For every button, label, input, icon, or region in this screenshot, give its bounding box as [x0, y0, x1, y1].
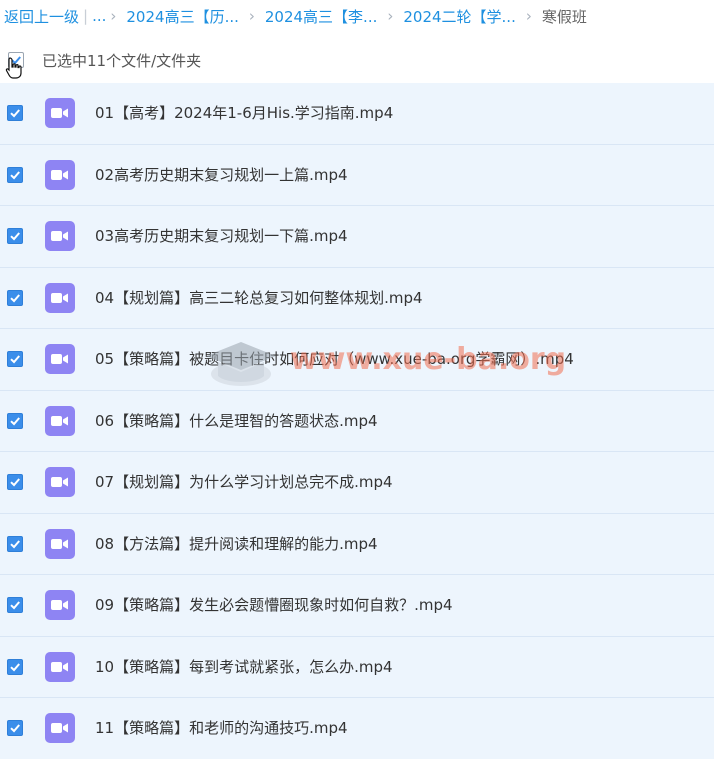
- chevron-right-icon: ›: [387, 7, 394, 25]
- row-checkbox[interactable]: [7, 289, 23, 306]
- file-name[interactable]: 03高考历史期末复习规划一下篇.mp4: [95, 226, 348, 246]
- file-row[interactable]: 10【策略篇】每到考试就紧张，怎么办.mp4: [0, 636, 714, 698]
- file-row[interactable]: 05【策略篇】被题目卡住时如何应对（www.xue-ba.org学霸网）.mp4: [0, 329, 714, 391]
- check-icon: [10, 170, 20, 179]
- breadcrumb-item-3[interactable]: 2024二轮【学...: [403, 6, 515, 27]
- check-icon: [10, 662, 20, 671]
- row-checkbox[interactable]: [7, 474, 23, 490]
- file-row[interactable]: 02高考历史期末复习规划一上篇.mp4: [0, 144, 714, 206]
- check-icon: [10, 724, 20, 733]
- breadcrumb-ellipsis[interactable]: ...: [92, 7, 106, 25]
- file-list: 01【高考】2024年1-6月His.学习指南.mp4 02高考历史期末复习规划…: [0, 83, 714, 759]
- file-row[interactable]: 03高考历史期末复习规划一下篇.mp4: [0, 206, 714, 268]
- file-row[interactable]: 11【策略篇】和老师的沟通技巧.mp4: [0, 698, 714, 759]
- row-checkbox[interactable]: [7, 720, 23, 736]
- file-name[interactable]: 06【策略篇】什么是理智的答题状态.mp4: [95, 411, 378, 431]
- row-checkbox[interactable]: [7, 597, 23, 613]
- back-link[interactable]: 返回上一级: [4, 6, 79, 27]
- row-checkbox[interactable]: [7, 166, 23, 183]
- file-name[interactable]: 09【策略篇】发生必会题懵圈现象时如何自救？.mp4: [95, 595, 453, 615]
- file-name[interactable]: 07【规划篇】为什么学习计划总完不成.mp4: [95, 472, 393, 492]
- video-file-icon: [45, 159, 75, 190]
- selection-bar: 已选中11个文件/文件夹: [0, 40, 714, 80]
- row-checkbox[interactable]: [7, 412, 23, 429]
- video-file-icon: [45, 405, 75, 436]
- file-name[interactable]: 11【策略篇】和老师的沟通技巧.mp4: [95, 718, 348, 738]
- row-checkbox[interactable]: [7, 535, 23, 552]
- file-name[interactable]: 05【策略篇】被题目卡住时如何应对（www.xue-ba.org学霸网）.mp4: [95, 349, 574, 369]
- breadcrumb-divider: |: [83, 7, 89, 25]
- chevron-right-icon: ›: [110, 7, 117, 25]
- file-row[interactable]: 01【高考】2024年1-6月His.学习指南.mp4: [0, 83, 714, 145]
- check-icon: [10, 293, 20, 302]
- check-icon: [10, 355, 20, 364]
- row-checkbox[interactable]: [7, 105, 23, 121]
- row-checkbox[interactable]: [7, 658, 23, 675]
- check-icon: [10, 109, 20, 118]
- chevron-right-icon: ›: [525, 7, 532, 25]
- video-file-icon: [45, 528, 75, 559]
- video-file-icon: [45, 467, 75, 497]
- selection-count-label: 已选中11个文件/文件夹: [42, 51, 202, 70]
- check-icon: [10, 232, 20, 241]
- video-file-icon: [45, 651, 75, 682]
- file-name[interactable]: 01【高考】2024年1-6月His.学习指南.mp4: [95, 103, 393, 123]
- check-icon: [10, 601, 20, 610]
- video-file-icon: [45, 221, 75, 251]
- check-icon: [10, 539, 20, 548]
- chevron-right-icon: ›: [248, 7, 255, 25]
- file-row[interactable]: 09【策略篇】发生必会题懵圈现象时如何自救？.mp4: [0, 575, 714, 637]
- breadcrumb-item-1[interactable]: 2024高三【历...: [126, 6, 238, 27]
- breadcrumb: 返回上一级 | ... › 2024高三【历... › 2024高三【李... …: [0, 0, 714, 32]
- hand-cursor-icon: [5, 57, 22, 79]
- file-name[interactable]: 10【策略篇】每到考试就紧张，怎么办.mp4: [95, 657, 393, 677]
- file-row[interactable]: 04【规划篇】高三二轮总复习如何整体规划.mp4: [0, 267, 714, 329]
- file-name[interactable]: 02高考历史期末复习规划一上篇.mp4: [95, 165, 348, 185]
- file-name[interactable]: 08【方法篇】提升阅读和理解的能力.mp4: [95, 534, 378, 554]
- video-file-icon: [45, 344, 75, 374]
- row-checkbox[interactable]: [7, 351, 23, 367]
- video-file-icon: [45, 282, 75, 313]
- breadcrumb-item-2[interactable]: 2024高三【李...: [265, 6, 377, 27]
- video-file-icon: [45, 98, 75, 128]
- file-row[interactable]: 06【策略篇】什么是理智的答题状态.mp4: [0, 390, 714, 452]
- file-row[interactable]: 07【规划篇】为什么学习计划总完不成.mp4: [0, 452, 714, 514]
- video-file-icon: [45, 590, 75, 620]
- check-icon: [10, 416, 20, 425]
- row-checkbox[interactable]: [7, 228, 23, 244]
- file-name[interactable]: 04【规划篇】高三二轮总复习如何整体规划.mp4: [95, 288, 423, 308]
- breadcrumb-current: 寒假班: [541, 7, 587, 26]
- video-file-icon: [45, 713, 75, 743]
- file-row[interactable]: 08【方法篇】提升阅读和理解的能力.mp4: [0, 513, 714, 575]
- check-icon: [10, 478, 20, 487]
